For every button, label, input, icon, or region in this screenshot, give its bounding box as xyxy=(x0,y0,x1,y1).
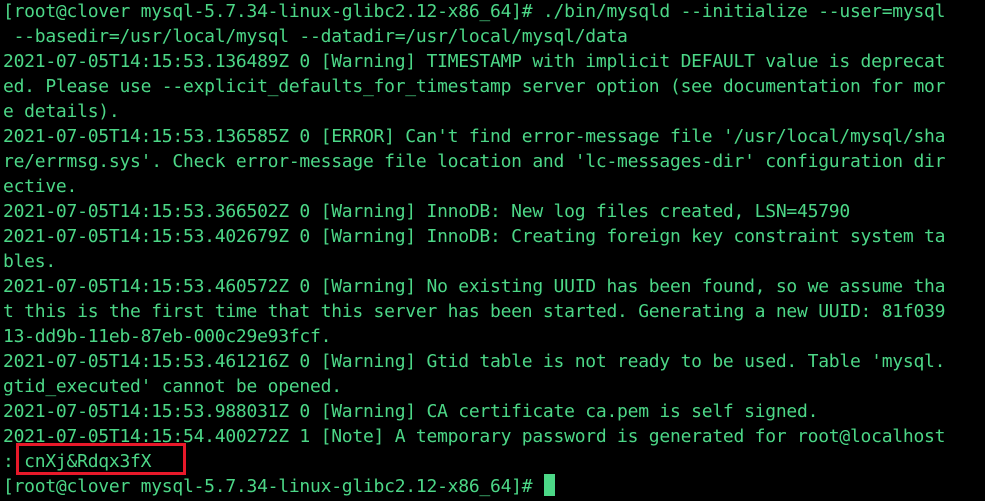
terminal-line: [root@clover mysql-5.7.34-linux-glibc2.1… xyxy=(3,1,946,22)
terminal-line: 2021-07-05T14:15:53.988031Z 0 [Warning] … xyxy=(3,401,819,422)
terminal-line: e details). xyxy=(3,101,120,122)
terminal-line: re/errmsg.sys'. Check error-message file… xyxy=(3,151,946,172)
terminal-line: ective. xyxy=(3,176,78,197)
terminal-line: 13-dd9b-11eb-87eb-000c29e93fcf. xyxy=(3,326,332,347)
prompt-line[interactable]: [root@clover mysql-5.7.34-linux-glibc2.1… xyxy=(3,474,555,499)
terminal-line: 2021-07-05T14:15:53.460572Z 0 [Warning] … xyxy=(3,276,946,297)
terminal-line: 2021-07-05T14:15:53.366502Z 0 [Warning] … xyxy=(3,201,850,222)
terminal-line: 2021-07-05T14:15:53.461216Z 0 [Warning] … xyxy=(3,351,946,372)
terminal-line: bles. xyxy=(3,251,56,272)
text-cursor xyxy=(543,474,555,496)
terminal-line: gtid_executed' cannot be opened. xyxy=(3,376,342,397)
shell-prompt: [root@clover mysql-5.7.34-linux-glibc2.1… xyxy=(3,476,543,497)
password-highlight-box xyxy=(16,443,186,475)
terminal-line: 2021-07-05T14:15:53.402679Z 0 [Warning] … xyxy=(3,226,946,247)
terminal-line: 2021-07-05T14:15:53.136585Z 0 [ERROR] Ca… xyxy=(3,126,946,147)
terminal-line: t this is the first time that this serve… xyxy=(3,301,946,322)
terminal-line: ed. Please use --explicit_defaults_for_t… xyxy=(3,76,946,97)
terminal-window[interactable]: [root@clover mysql-5.7.34-linux-glibc2.1… xyxy=(0,0,985,501)
terminal-line: 2021-07-05T14:15:53.136489Z 0 [Warning] … xyxy=(3,51,946,72)
terminal-line: --basedir=/usr/local/mysql --datadir=/us… xyxy=(3,26,628,47)
